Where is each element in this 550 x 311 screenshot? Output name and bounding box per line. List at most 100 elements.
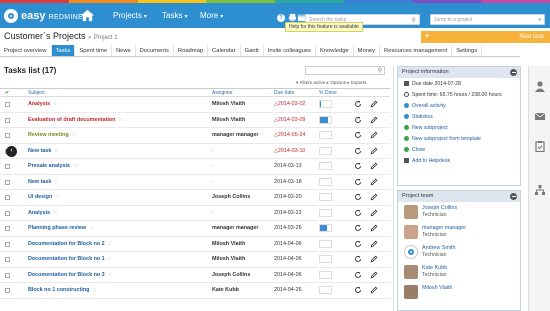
member-name[interactable]: Joseph Collins <box>422 205 457 211</box>
row-checkbox[interactable] <box>5 226 10 231</box>
edit-icon[interactable] <box>370 100 378 108</box>
tab-money[interactable]: Money <box>354 45 381 56</box>
nav-tasks[interactable]: Tasks ▾ <box>162 11 187 20</box>
star-icon[interactable]: ☆ <box>89 225 93 231</box>
row-checkbox[interactable] <box>5 164 10 169</box>
team-member[interactable]: Andrew Smith Technician <box>398 242 520 262</box>
refresh-icon[interactable] <box>354 100 362 108</box>
member-name[interactable]: Kate Kubb <box>422 265 447 271</box>
project-link-new-subproject[interactable]: New subproject <box>398 122 520 133</box>
home-icon[interactable] <box>80 8 95 23</box>
column-assignee[interactable]: Assignee <box>212 90 233 96</box>
star-icon[interactable]: ☆ <box>54 179 58 185</box>
table-row[interactable]: Analysis ☆ - 2014-03-22 <box>0 206 390 221</box>
clipboard-icon[interactable] <box>534 140 546 152</box>
edit-icon[interactable] <box>370 147 378 155</box>
star-icon[interactable]: ☆ <box>108 272 112 278</box>
refresh-icon[interactable] <box>354 178 362 186</box>
tab-gantt[interactable]: Gantt <box>241 45 264 56</box>
team-member[interactable]: Joseph Collins Technician <box>398 202 520 222</box>
task-subject-link[interactable]: Presale analysis ☆ <box>28 163 77 169</box>
star-icon[interactable]: ☆ <box>72 132 76 138</box>
refresh-icon[interactable] <box>354 131 362 139</box>
table-row[interactable]: Review meeting ☆ manager manager △2014-05-2… <box>0 128 390 144</box>
edit-icon[interactable] <box>370 131 378 139</box>
task-subject-link[interactable]: Documentation for Block no 3 ☆ <box>28 272 112 278</box>
minimize-icon[interactable] <box>510 193 517 200</box>
edit-icon[interactable] <box>370 178 378 186</box>
page-title[interactable]: Customer`s Projects <box>4 31 86 41</box>
team-member[interactable]: Milosh Vlaith <box>398 282 520 302</box>
task-subject-link[interactable]: Review meeting ☆ <box>28 132 76 138</box>
tab-resources-management[interactable]: Resources management <box>380 45 453 56</box>
task-subject-link[interactable]: Analysis ☆ <box>28 210 58 216</box>
tab-tasks[interactable]: Tasks <box>51 45 76 56</box>
edit-icon[interactable] <box>370 255 378 263</box>
table-row[interactable]: UI design ☆ Joseph Collins 2014-03-20 <box>0 190 390 206</box>
star-icon[interactable]: ☆ <box>55 194 59 200</box>
table-row[interactable]: New task ☆ - △2014-03-10 <box>0 144 390 159</box>
task-subject-link[interactable]: Documentation for Block no 1 ☆ <box>28 256 112 262</box>
row-checkbox[interactable] <box>5 133 10 138</box>
printer-icon[interactable] <box>288 13 297 22</box>
nav-projects[interactable]: Projects ▾ <box>113 11 147 20</box>
star-icon[interactable]: ☆ <box>73 163 77 169</box>
select-all-checkbox[interactable]: ✔ <box>5 90 9 96</box>
list-options[interactable]: ▾ Filters active ▸ Options ▸ Exports <box>296 80 367 86</box>
column-done[interactable]: % Done <box>319 90 337 96</box>
task-search-input[interactable]: ⚲ <box>305 66 385 75</box>
team-member[interactable]: manager manager Technician <box>398 222 520 242</box>
minimize-icon[interactable] <box>510 69 517 76</box>
refresh-icon[interactable] <box>354 193 362 201</box>
project-link-statistics[interactable]: Statistics <box>398 111 520 122</box>
table-row[interactable]: Documentation for Block no 1 ☆ Milosh Vlai… <box>0 252 390 268</box>
project-link-new-subproject-from-template[interactable]: New subproject from template <box>398 133 520 144</box>
edit-icon[interactable] <box>370 193 378 201</box>
row-checkbox[interactable] <box>5 102 10 107</box>
task-subject-link[interactable]: Documentation for Block no 2 ☆ <box>28 241 112 247</box>
task-subject-link[interactable]: New task ☆ <box>28 148 59 154</box>
row-checkbox[interactable] <box>5 195 10 200</box>
project-link-overall-activity[interactable]: Overall activity <box>398 100 520 111</box>
table-row[interactable]: Documentation for Block no 2 ☆ Milosh Vlai… <box>0 237 390 252</box>
table-row[interactable]: Block no 1 constructing ☆ Kate Kubb 2014-04… <box>0 283 390 299</box>
star-icon[interactable]: ☆ <box>108 256 112 262</box>
refresh-icon[interactable] <box>354 147 362 155</box>
member-name[interactable]: Milosh Vlaith <box>422 285 453 291</box>
task-subject-link[interactable]: Evaluation of draft documentation ☆ <box>28 117 123 123</box>
row-checkbox[interactable] <box>5 241 10 247</box>
table-row[interactable]: Documentation for Block no 3 ☆ Joseph Coll… <box>0 268 390 283</box>
row-checkbox[interactable] <box>5 272 10 278</box>
tab-news[interactable]: News <box>112 45 136 56</box>
task-subject-link[interactable]: New task ☆ <box>28 179 59 185</box>
tab-knowledge[interactable]: Knowledge <box>316 45 354 56</box>
nav-more[interactable]: More ▾ <box>200 11 223 20</box>
breadcrumb-project[interactable]: Project 1 <box>94 35 118 41</box>
row-checkbox[interactable] <box>5 288 10 293</box>
row-checkbox[interactable] <box>5 179 10 185</box>
tab-invite-colleagues[interactable]: Invite colleagues <box>264 45 316 56</box>
edit-icon[interactable] <box>370 162 378 170</box>
task-subject-link[interactable]: UI design ☆ <box>28 194 60 200</box>
arrow-left-icon[interactable]: ‹ <box>6 146 17 157</box>
tab-project-overview[interactable]: Project overview <box>0 45 52 56</box>
edit-icon[interactable] <box>370 209 378 217</box>
edit-icon[interactable] <box>370 271 378 279</box>
refresh-icon[interactable] <box>354 255 362 263</box>
user-icon[interactable] <box>534 80 546 92</box>
star-icon[interactable]: ☆ <box>53 101 57 107</box>
tab-settings[interactable]: Settings <box>452 45 483 56</box>
row-checkbox[interactable] <box>5 210 10 216</box>
edit-icon[interactable] <box>370 224 378 232</box>
column-due-date[interactable]: Due date <box>274 90 294 96</box>
table-row[interactable]: New task ☆ - 2014-03-18 <box>0 175 390 190</box>
tab-calendar[interactable]: Calendar <box>208 45 241 56</box>
refresh-icon[interactable] <box>354 116 362 124</box>
star-icon[interactable]: ☆ <box>54 148 58 154</box>
mail-icon[interactable] <box>534 110 546 122</box>
table-row[interactable]: Planning phase review ☆ manager manager 201… <box>0 221 390 237</box>
team-member[interactable]: Kate Kubb Technician <box>398 262 520 282</box>
logo[interactable]: easy REDMINE <box>4 7 83 24</box>
star-icon[interactable]: ☆ <box>118 117 122 123</box>
tab-roadmap[interactable]: Roadmap <box>174 45 209 56</box>
